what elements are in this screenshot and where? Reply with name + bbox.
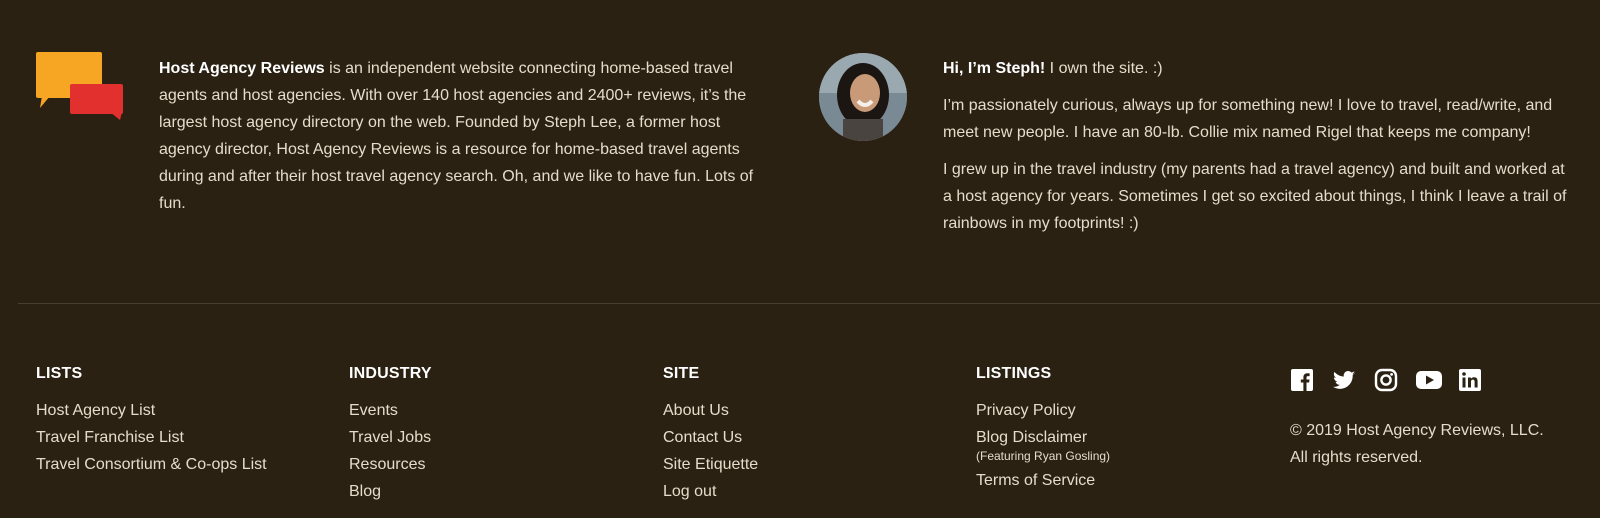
link-host-agency-list[interactable]: Host Agency List: [36, 397, 267, 424]
section-divider: [18, 303, 1600, 304]
bio-paragraph-2: I grew up in the travel industry (my par…: [943, 161, 1567, 232]
steph-photo: [819, 53, 907, 141]
rights-line: All rights reserved.: [1290, 449, 1423, 466]
social-links: [1290, 368, 1482, 392]
twitter-icon[interactable]: [1332, 368, 1356, 392]
facebook-icon[interactable]: [1290, 368, 1314, 392]
link-contact-us[interactable]: Contact Us: [663, 424, 758, 451]
footer-heading-listings: LISTINGS: [976, 365, 1052, 382]
bio-greeting-bold: Hi, I’m Steph!: [943, 60, 1046, 77]
about-text: Host Agency Reviews is an independent we…: [159, 55, 769, 217]
bio-text: Hi, I’m Steph! I own the site. :) I’m pa…: [943, 55, 1573, 247]
link-events[interactable]: Events: [349, 397, 432, 424]
link-log-out[interactable]: Log out: [663, 478, 758, 505]
link-travel-consortium-list[interactable]: Travel Consortium & Co-ops List: [36, 451, 267, 478]
link-blog[interactable]: Blog: [349, 478, 432, 505]
footer-column-site: SITE About Us Contact Us Site Etiquette …: [663, 365, 758, 505]
instagram-icon[interactable]: [1374, 368, 1398, 392]
about-description: is an independent website connecting hom…: [159, 60, 754, 212]
youtube-icon[interactable]: [1416, 368, 1442, 392]
link-terms-of-service[interactable]: Terms of Service: [976, 467, 1110, 494]
brand-name: Host Agency Reviews: [159, 60, 325, 77]
about-section: Host Agency Reviews is an independent we…: [0, 0, 1600, 303]
link-about-us[interactable]: About Us: [663, 397, 758, 424]
footer-heading-industry: INDUSTRY: [349, 365, 432, 382]
link-travel-franchise-list[interactable]: Travel Franchise List: [36, 424, 267, 451]
copyright-line: © 2019 Host Agency Reviews, LLC.: [1290, 422, 1544, 439]
footer-column-lists: LISTS Host Agency List Travel Franchise …: [36, 365, 267, 478]
linkedin-icon[interactable]: [1458, 368, 1482, 392]
chat-bubbles-logo-icon: [36, 52, 123, 120]
bio-paragraph-1: I’m passionately curious, always up for …: [943, 97, 1553, 141]
avatar: [819, 53, 907, 141]
copyright: © 2019 Host Agency Reviews, LLC. All rig…: [1290, 417, 1544, 471]
link-privacy-policy[interactable]: Privacy Policy: [976, 397, 1110, 424]
footer-heading-lists: LISTS: [36, 365, 83, 382]
link-resources[interactable]: Resources: [349, 451, 432, 478]
link-site-etiquette[interactable]: Site Etiquette: [663, 451, 758, 478]
link-travel-jobs[interactable]: Travel Jobs: [349, 424, 432, 451]
footer-column-industry: INDUSTRY Events Travel Jobs Resources Bl…: [349, 365, 432, 505]
blog-disclaimer-note: (Featuring Ryan Gosling): [976, 449, 1111, 463]
bio-greeting-rest: I own the site. :): [1045, 60, 1163, 77]
link-blog-disclaimer[interactable]: Blog Disclaimer: [976, 424, 1110, 451]
footer-column-listings: LISTINGS Privacy Policy Blog Disclaimer …: [976, 365, 1110, 494]
bio-greeting: Hi, I’m Steph! I own the site. :): [943, 55, 1573, 82]
footer-heading-site: SITE: [663, 365, 700, 382]
